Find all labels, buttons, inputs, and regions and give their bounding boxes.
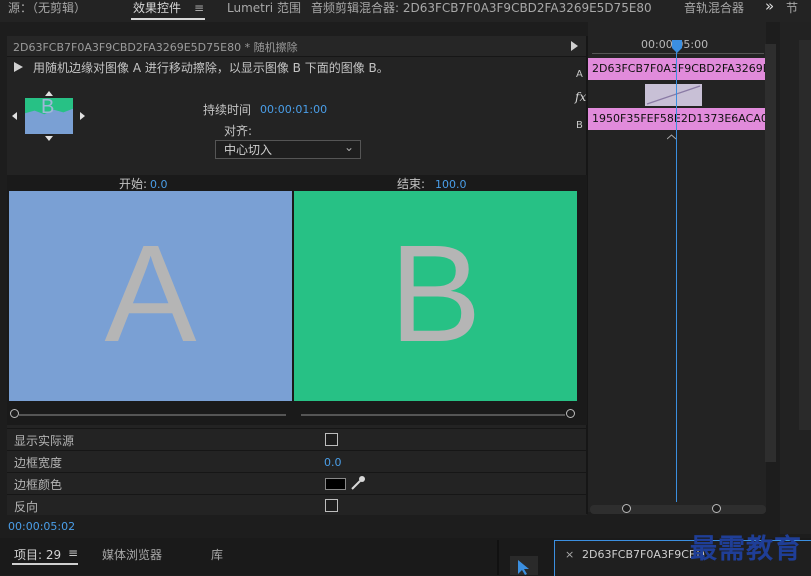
play-description-icon[interactable] <box>14 62 23 72</box>
reverse-label: 反向 <box>14 500 39 514</box>
project-tab-underline <box>12 563 78 565</box>
show-actual-sources-row: 显示实际源 <box>7 428 587 451</box>
play-triangle-icon[interactable] <box>571 41 579 51</box>
image-a-letter: A <box>104 217 197 371</box>
playhead-handle-icon[interactable] <box>671 40 683 54</box>
caret-up-icon <box>667 134 676 140</box>
close-icon[interactable]: × <box>565 548 574 561</box>
border-width-row: 边框宽度 0.0 <box>7 450 587 473</box>
track-b-label: B <box>576 120 583 131</box>
tab-library[interactable]: 库 <box>211 546 223 563</box>
selection-tool[interactable] <box>510 556 538 575</box>
tab-lumetri-scopes[interactable]: Lumetri 范围 <box>227 0 301 22</box>
zoom-handle-left[interactable] <box>622 504 631 513</box>
transition-diagonal-icon <box>646 85 701 105</box>
transition-description: 用随机边缘对图像 A 进行移动擦除，以显示图像 B 下面的图像 B。 <box>33 61 389 75</box>
border-width-label: 边框宽度 <box>14 456 63 470</box>
thumbnail-letter: B <box>41 96 55 118</box>
overflow-icon[interactable]: » <box>765 0 774 20</box>
track-a-label: A <box>576 69 583 80</box>
active-tab-indicator <box>131 18 205 20</box>
reverse-checkbox[interactable] <box>325 499 338 512</box>
end-slider-knob[interactable] <box>566 409 575 418</box>
border-color-label: 边框颜色 <box>14 478 63 492</box>
duration-label: 持续时间 <box>203 103 252 117</box>
timeline-scrollbar[interactable] <box>765 44 776 462</box>
show-actual-sources-checkbox[interactable] <box>325 433 338 446</box>
eyedropper-icon[interactable] <box>350 475 366 491</box>
playhead-line[interactable] <box>676 44 677 502</box>
image-b-letter: B <box>389 217 482 371</box>
tab-source[interactable]: 源：（无剪辑） <box>8 0 86 22</box>
chevron-down-icon: ⌄ <box>343 140 354 154</box>
start-slider-track[interactable] <box>19 414 286 416</box>
preview-image-b: B <box>294 191 577 401</box>
duration-value[interactable]: 00:00:01:00 <box>260 103 327 116</box>
tab-project[interactable]: 项目: 29 <box>14 546 61 563</box>
alignment-label: 对齐: <box>224 124 253 138</box>
zoom-handle-right[interactable] <box>712 504 721 513</box>
right-panel-scroll[interactable] <box>799 40 811 430</box>
fx-icon: fx <box>575 90 587 104</box>
timeline-zoom-bar[interactable] <box>590 505 766 514</box>
edge-arrow-bottom-icon[interactable] <box>45 136 53 141</box>
tab-media-browser[interactable]: 媒体浏览器 <box>102 546 162 563</box>
show-actual-sources-label: 显示实际源 <box>14 434 75 448</box>
alignment-value: 中心切入 <box>224 143 273 157</box>
border-width-value[interactable]: 0.0 <box>324 456 342 469</box>
border-color-swatch[interactable] <box>325 478 346 490</box>
end-label: 结束: <box>397 177 426 191</box>
preview-image-a: A <box>9 191 292 401</box>
panel-separator <box>497 540 499 575</box>
start-slider-knob[interactable] <box>10 409 19 418</box>
description-row: 用随机边缘对图像 A 进行移动擦除，以显示图像 B 下面的图像 B。 <box>7 57 587 77</box>
project-menu-icon[interactable]: ≡ <box>68 546 78 560</box>
border-color-row: 边框颜色 <box>7 472 587 495</box>
edge-arrow-top-icon[interactable] <box>45 91 53 96</box>
edge-arrow-right-icon[interactable] <box>80 112 85 120</box>
end-slider-track[interactable] <box>301 414 565 416</box>
selection-arrow-icon <box>518 560 529 575</box>
transition-block[interactable] <box>645 84 702 106</box>
tab-partial[interactable]: 节 <box>786 0 811 22</box>
current-timecode[interactable]: 00:00:05:02 <box>8 520 75 533</box>
alignment-dropdown[interactable]: 中心切入 ⌄ <box>215 140 361 159</box>
watermark-text: 最需教育 <box>690 534 802 565</box>
reverse-row: 反向 <box>7 494 587 517</box>
tab-audio-clip-mixer[interactable]: 音频剪辑混合器: 2D63FCB7F0A3F9CBD2FA3269E5D75E8… <box>311 0 652 22</box>
panel-tab-bar: 源：（无剪辑） 效果控件 ≡ Lumetri 范围 音频剪辑混合器: 2D63F… <box>0 0 811 22</box>
clip-header: 2D63FCB7F0A3F9CBD2FA3269E5D75E80 * 随机擦除 <box>7 36 587 57</box>
start-label: 开始: <box>119 177 148 191</box>
end-value[interactable]: 100.0 <box>435 178 467 191</box>
clip-title: 2D63FCB7F0A3F9CBD2FA3269E5D75E80 * 随机擦除 <box>13 41 298 54</box>
tab-sequence[interactable]: 2D63FCB7F0A3F9CBD <box>582 548 705 561</box>
tab-audio-track-mixer[interactable]: 音轨混合器 <box>684 0 746 22</box>
start-value[interactable]: 0.0 <box>150 178 168 191</box>
edge-arrow-left-icon[interactable] <box>12 112 17 120</box>
